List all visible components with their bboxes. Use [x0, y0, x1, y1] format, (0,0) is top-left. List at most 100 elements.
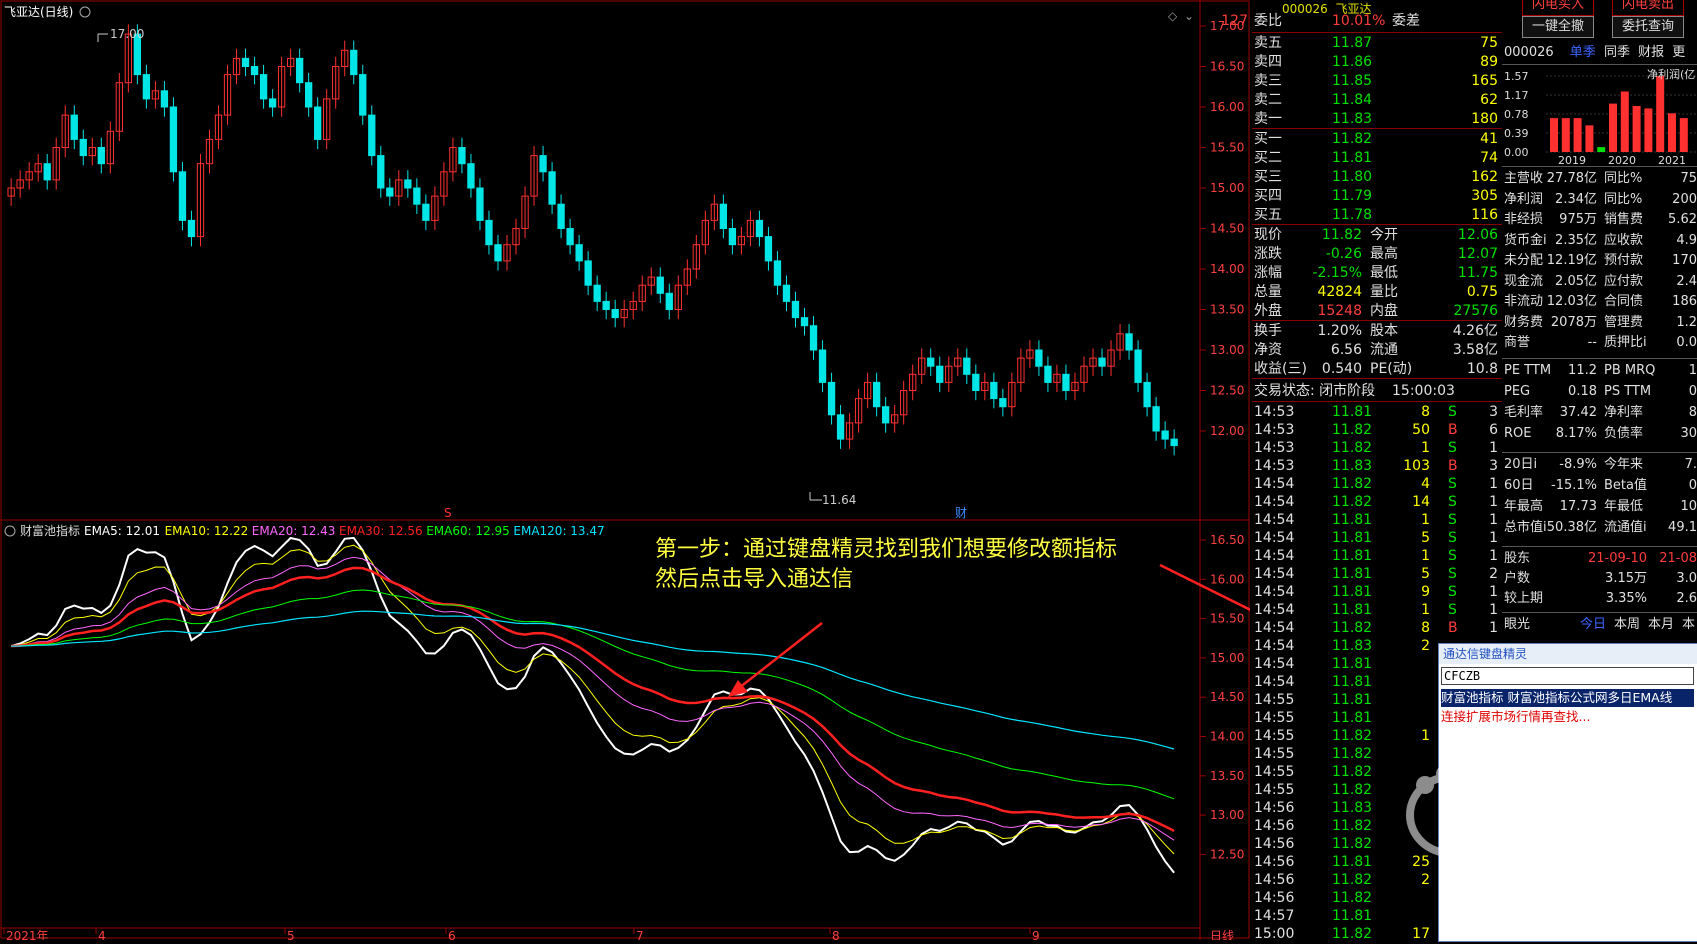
indicator-settings-icon[interactable]: [4, 525, 16, 537]
valuation-row: ROE 8.17% 负债率 30: [1504, 426, 1697, 441]
tick-row: 14:54 11.82 8 B 1: [1254, 620, 1498, 636]
profit-bar: [1550, 118, 1558, 152]
tick-row: 14:53 11.83 103 B 3: [1254, 458, 1498, 474]
chevron-down-icon[interactable]: ⌄: [1184, 9, 1194, 23]
candle-body: [972, 373, 980, 391]
x-axis-label: 8: [832, 929, 840, 940]
eye-tab-week[interactable]: 本周: [1614, 616, 1640, 634]
candle-body: [368, 114, 376, 157]
candle-body: [458, 147, 466, 165]
indicator-name: 财富池指标: [20, 523, 80, 538]
indicator-y-tick: 14.50: [1210, 690, 1244, 704]
candle-body: [404, 179, 412, 189]
chart-canvas[interactable]: 17.00 16.50 16.00 15.50 15.00 14.50 14.00 13.50…: [0, 0, 1433, 943]
candle-body: [160, 90, 169, 108]
candle-body: [990, 381, 998, 400]
candle-body: [782, 284, 791, 302]
finance-row: 非经损 975万 销售费 5.62: [1504, 212, 1697, 227]
indicator-legend-item: EMA60: 12.95: [426, 524, 510, 538]
stat-row: 现价 11.82 今开 12.06: [1254, 227, 1498, 243]
stat-row: 涨跌 -0.26 最高 12.07: [1254, 246, 1498, 262]
ask-row: 卖五 11.87 75: [1254, 35, 1498, 51]
candle-body: [1152, 406, 1160, 432]
candle-body: [881, 406, 890, 424]
kline-y-tick: 14.00: [1210, 262, 1244, 276]
indicator-y-tick: 15.50: [1210, 612, 1244, 626]
bar-y-tick: 1.57: [1504, 70, 1529, 83]
candle-body: [755, 219, 764, 238]
bar-y-tick: 0.39: [1504, 127, 1529, 140]
tick-row: 14:54 11.81 1 S 1: [1254, 602, 1498, 618]
eye-tab-today[interactable]: 今日: [1580, 616, 1606, 634]
diamond-icon[interactable]: ◇: [1168, 9, 1178, 23]
indicator-y-tick: 16.00: [1210, 572, 1244, 586]
settings-circle-icon[interactable]: [79, 6, 91, 18]
candle-body: [1062, 373, 1070, 391]
finance-code: 000026: [1504, 45, 1554, 60]
eye-row: 眼光 今日 本周 本月 本: [1504, 616, 1696, 634]
shareholder-row: 股东 21-09-10 21-08: [1504, 551, 1697, 566]
candle-body: [539, 155, 547, 173]
annotation-line-2: 然后点击导入通达信: [655, 567, 854, 592]
candle-body: [809, 325, 818, 351]
kline-y-tick: 13.00: [1210, 343, 1244, 357]
candle-body: [241, 57, 250, 68]
order-query-button[interactable]: 委托查询: [1612, 16, 1684, 38]
valuation-row: PEG 0.18 PS TTM 0: [1504, 384, 1697, 399]
performance-row: 20日i -8.9% 今年来 7.: [1504, 457, 1697, 472]
x-axis-label: 9: [1032, 929, 1040, 940]
profit-bar-chart: 1.571.170.780.390.00 净利润(亿 2019 2020 2021: [1504, 67, 1697, 167]
candle-body: [818, 349, 827, 383]
candle-body: [1044, 365, 1052, 383]
candle-body: [963, 357, 971, 375]
candle-body: [476, 187, 484, 221]
performance-row: 60日 -15.1% Beta值 0: [1504, 478, 1697, 493]
stat-row: 净资 6.56 流通 3.58亿: [1254, 342, 1498, 358]
kline-y-tick: 12.00: [1210, 424, 1244, 438]
candle-body: [295, 57, 304, 84]
eye-tab-month[interactable]: 本月: [1648, 616, 1674, 634]
candle-body: [1125, 333, 1133, 351]
valuation-row: PE TTM 11.2 PB MRQ 1: [1504, 363, 1697, 378]
candle-body: [566, 228, 574, 246]
finance-row: 未分配 12.19亿 预付款 170: [1504, 253, 1697, 268]
candle-body: [494, 244, 502, 262]
keyboard-sprite-title[interactable]: 通达信键盘精灵: [1439, 644, 1697, 664]
x-axis-label: 4: [98, 929, 106, 940]
ask-row: 卖四 11.86 89: [1254, 54, 1498, 70]
ask-row: 卖二 11.84 62: [1254, 92, 1498, 108]
tab-single-quarter[interactable]: 单季: [1570, 45, 1596, 60]
candle-body: [1161, 430, 1169, 440]
keyboard-sprite-input[interactable]: [1441, 667, 1694, 685]
tick-row: 14:54 11.81 5 S 2: [1254, 566, 1498, 582]
result-item-selected[interactable]: 财富池指标 财富池指标公式网多日EMA线: [1441, 689, 1694, 707]
x-axis-label: 2021年: [6, 929, 49, 940]
flash-sell-button[interactable]: 闪电卖出: [1612, 0, 1684, 16]
flash-buy-button[interactable]: 闪电买入: [1522, 0, 1594, 16]
finance-row: 货币金i 2.35亿 应收款 4.9: [1504, 232, 1697, 248]
candle-body: [413, 187, 421, 205]
result-item-extended-search[interactable]: 连接扩展市场行情再查找...: [1441, 708, 1694, 726]
tick-row: 14:53 11.81 8 S 3: [1254, 404, 1498, 420]
candle-body: [1170, 438, 1178, 447]
profit-bar: [1561, 118, 1570, 152]
bar-chart-title: 净利润(亿: [1647, 67, 1695, 81]
candle-body: [584, 260, 592, 286]
tab-financial-report[interactable]: 财报: [1638, 45, 1664, 60]
tick-row: 14:54 11.81 9 S 1: [1254, 584, 1498, 600]
indicator-y-tick: 15.00: [1210, 651, 1244, 665]
bid-row: 买五 11.78 116: [1254, 207, 1498, 223]
profit-bar: [1656, 76, 1665, 152]
tick-row: 14:54 11.81 1 S 1: [1254, 512, 1498, 528]
tick-row: 14:54 11.82 4 S 1: [1254, 476, 1498, 492]
ema-line: [11, 610, 1175, 750]
tab-more[interactable]: 更: [1672, 45, 1685, 60]
chart-area[interactable]: 17.00 16.50 16.00 15.50 15.00 14.50 14.00 13.50…: [0, 0, 1438, 943]
tab-same-quarter[interactable]: 同季: [1604, 45, 1630, 60]
eye-tab-more[interactable]: 本: [1682, 616, 1695, 634]
cancel-all-button[interactable]: 一键全撤: [1522, 16, 1594, 38]
stat-row: 收益(三) 0.540 PE(动) 10.8: [1254, 361, 1498, 377]
annotation-text: 第一步：通过键盘精灵找到我们想要修改额指标 然后点击导入通达信: [655, 535, 1117, 595]
finance-row: 商誉 -- 质押比i 0.0: [1504, 335, 1697, 350]
shareholder-row: 较上期 3.35% 2.6: [1504, 591, 1697, 606]
